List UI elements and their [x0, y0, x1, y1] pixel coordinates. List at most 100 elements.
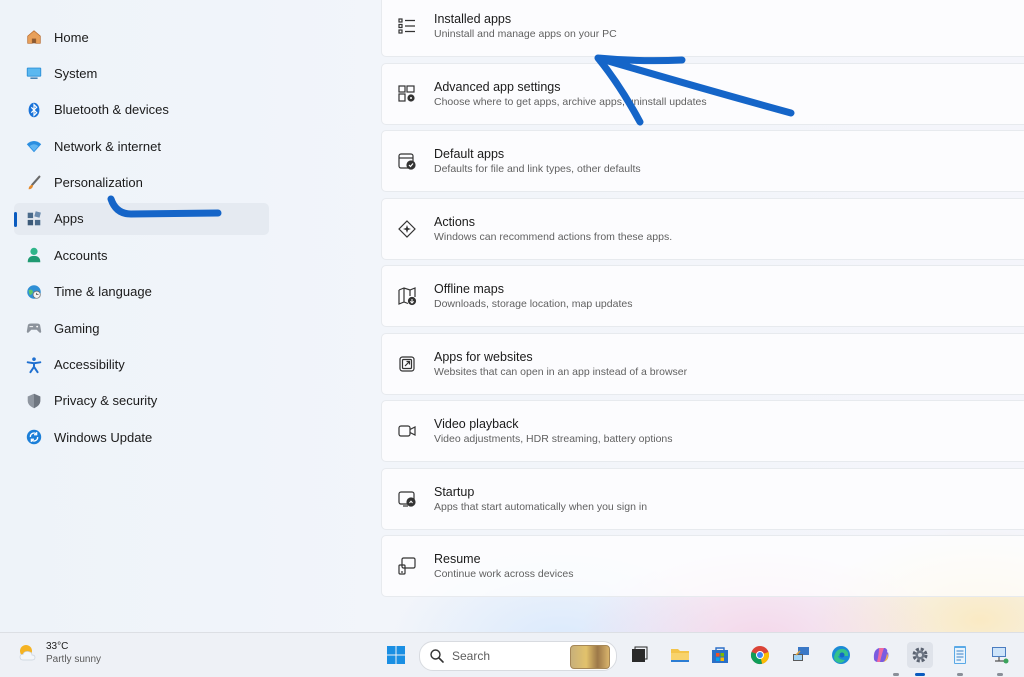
card-subtitle: Uninstall and manage apps on your PC — [434, 28, 617, 40]
card-title: Installed apps — [434, 12, 512, 26]
sidebar-item-bluetooth[interactable]: Bluetooth & devices — [14, 94, 269, 126]
apps-icon — [24, 209, 44, 229]
sidebar-item-label: System — [54, 65, 98, 81]
card-actions[interactable]: Actions Windows can recommend actions fr… — [381, 197, 1024, 260]
settings-button[interactable] — [907, 642, 933, 668]
weather-condition: Partly sunny — [46, 654, 102, 665]
sidebar-item-network[interactable]: Network & internet — [14, 130, 269, 162]
gear-icon — [912, 647, 928, 663]
card-apps-for-websites[interactable]: Apps for websites Websites that can open… — [381, 332, 1024, 395]
shield-icon — [24, 391, 44, 411]
sidebar-item-apps[interactable]: Apps — [14, 202, 269, 235]
copilot-button[interactable] — [868, 642, 894, 668]
settings-window: Home System Bluetooth & devices Network … — [0, 0, 1024, 632]
video-icon — [396, 420, 418, 442]
card-video-playback[interactable]: Video playback Video adjustments, HDR st… — [381, 400, 1024, 462]
sidebar-item-windows-update[interactable]: Windows Update — [14, 421, 269, 453]
default-apps-icon — [396, 150, 418, 172]
file-explorer-button[interactable] — [667, 642, 693, 668]
card-title: Startup — [434, 484, 475, 499]
running-indicator — [893, 673, 899, 676]
card-subtitle: Video adjustments, HDR streaming, batter… — [434, 433, 673, 445]
network-pc-icon — [992, 647, 1009, 664]
card-subtitle: Continue work across devices — [434, 568, 574, 580]
sidebar-item-label: Accessibility — [54, 357, 125, 373]
card-subtitle: Websites that can open in an app instead… — [434, 365, 688, 378]
running-indicator — [997, 673, 1003, 676]
sidebar-item-label: Time & language — [54, 284, 152, 300]
update-icon — [24, 427, 44, 447]
brush-icon — [24, 173, 44, 193]
card-startup[interactable]: Startup Apps that start automatically wh… — [381, 467, 1024, 530]
sidebar-item-label: Accounts — [54, 247, 108, 263]
card-subtitle: Downloads, storage location, map updates — [434, 298, 633, 310]
sidebar-item-gaming[interactable]: Gaming — [14, 312, 269, 344]
map-icon — [396, 285, 418, 307]
card-subtitle: Choose where to get apps, archive apps, … — [434, 95, 707, 108]
wifi-icon — [24, 136, 44, 156]
accessibility-icon — [24, 355, 44, 375]
card-title: Resume — [434, 552, 481, 566]
sidebar-item-label: Personalization — [54, 175, 143, 191]
card-installed-apps[interactable]: Installed apps Uninstall and manage apps… — [381, 0, 1024, 57]
weather-widget[interactable]: 33°C Partly sunny — [16, 640, 101, 666]
sidebar-item-time-language[interactable]: Time & language — [14, 276, 269, 308]
remote-desktop-button[interactable] — [788, 642, 814, 668]
card-subtitle: Defaults for file and link types, other … — [434, 163, 641, 175]
start-button[interactable] — [383, 642, 409, 668]
task-view-button[interactable] — [626, 642, 652, 668]
remote-desktop-icon — [793, 647, 809, 661]
active-indicator — [915, 673, 925, 676]
search-highlight-image — [570, 645, 610, 669]
resume-icon — [396, 555, 418, 577]
card-default-apps[interactable]: Default apps Defaults for file and link … — [381, 130, 1024, 192]
sidebar-item-label: Gaming — [54, 320, 100, 336]
microsoft-store-button[interactable] — [707, 642, 733, 668]
sidebar-item-label: Home — [54, 29, 89, 45]
card-offline-maps[interactable]: Offline maps Downloads, storage location… — [381, 265, 1024, 327]
startup-icon — [396, 488, 418, 510]
network-app-button[interactable] — [987, 642, 1013, 668]
card-title: Default apps — [434, 147, 505, 161]
card-title: Apps for websites — [434, 349, 533, 364]
sidebar-nav: Home System Bluetooth & devices Network … — [14, 21, 269, 458]
sidebar-item-label: Network & internet — [54, 138, 161, 154]
gamepad-icon — [24, 318, 44, 338]
card-title: Actions — [434, 214, 475, 229]
card-title: Offline maps — [434, 282, 504, 296]
sidebar-item-label: Bluetooth & devices — [54, 102, 169, 118]
search-placeholder: Search — [452, 649, 491, 663]
system-icon — [24, 63, 44, 83]
notepad-icon — [954, 646, 966, 664]
apps-settings-list: Installed apps Uninstall and manage apps… — [381, 0, 1024, 603]
list-icon — [396, 15, 418, 37]
notepad-button[interactable] — [947, 642, 973, 668]
card-resume[interactable]: Resume Continue work across devices — [381, 535, 1024, 597]
chrome-icon — [750, 646, 770, 665]
weather-temperature: 33°C — [46, 641, 69, 652]
sidebar-item-privacy[interactable]: Privacy & security — [14, 385, 269, 417]
sidebar-item-accounts[interactable]: Accounts — [14, 239, 269, 271]
taskbar-search[interactable]: Search — [419, 641, 617, 671]
actions-icon — [396, 218, 418, 240]
sidebar-item-label: Windows Update — [54, 429, 153, 445]
windows-logo-icon — [387, 646, 405, 664]
sidebar-item-accessibility[interactable]: Accessibility — [14, 349, 269, 381]
copilot-icon — [873, 648, 889, 662]
card-title: Advanced app settings — [434, 79, 561, 94]
home-icon — [24, 27, 44, 47]
edge-icon — [832, 646, 850, 664]
sidebar-item-home[interactable]: Home — [14, 21, 269, 53]
partly-sunny-icon — [19, 645, 36, 661]
task-view-icon — [632, 646, 648, 662]
folder-icon — [671, 649, 689, 662]
card-subtitle: Apps that start automatically when you s… — [434, 500, 648, 513]
sidebar-item-label: Privacy & security — [54, 393, 158, 409]
sidebar-item-system[interactable]: System — [14, 57, 269, 89]
sidebar-item-personalization[interactable]: Personalization — [14, 167, 269, 199]
edge-button[interactable] — [828, 642, 854, 668]
chrome-button[interactable] — [747, 642, 773, 668]
card-subtitle: Windows can recommend actions from these… — [434, 230, 673, 243]
card-advanced-app-settings[interactable]: Advanced app settings Choose where to ge… — [381, 62, 1024, 125]
bluetooth-icon — [24, 100, 44, 120]
